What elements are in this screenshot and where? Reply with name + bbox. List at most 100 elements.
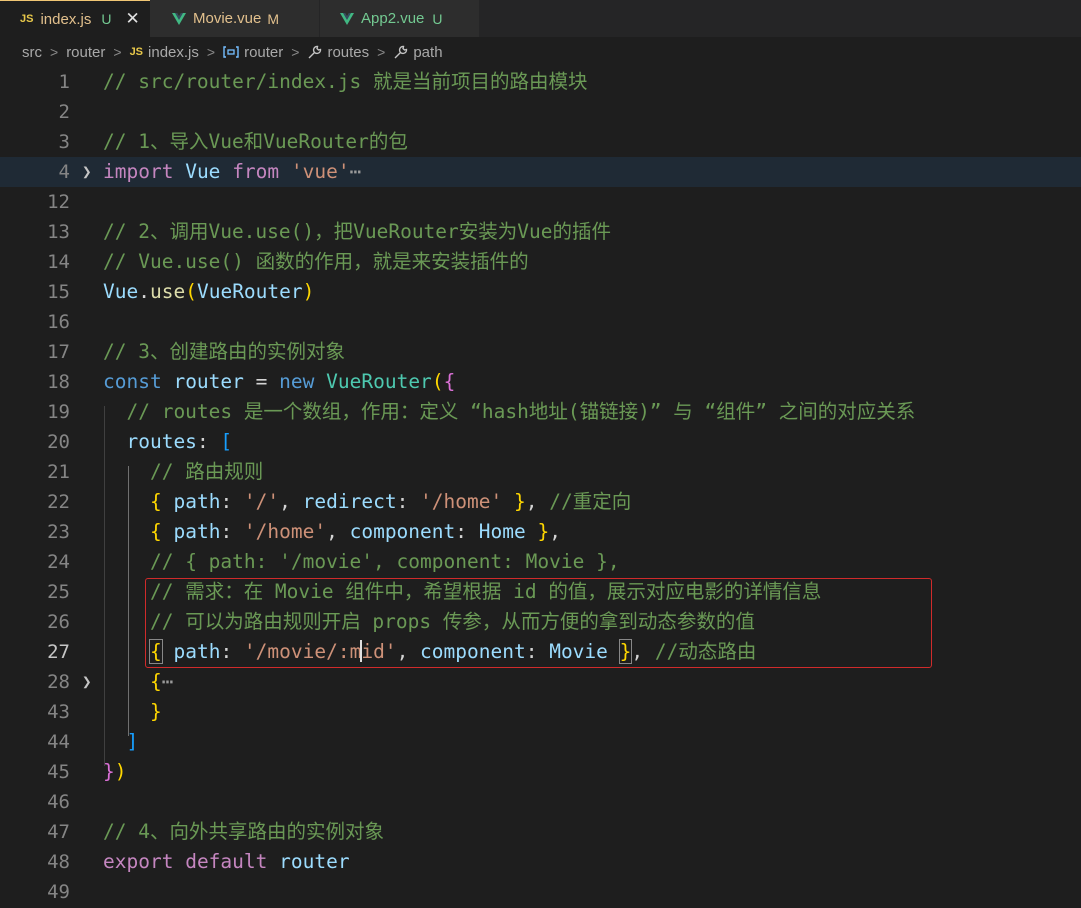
js-icon: JS: [20, 13, 34, 25]
close-icon[interactable]: ✕: [125, 9, 139, 29]
code-line: 1 // src/router/index.js 就是当前项目的路由模块: [0, 67, 1081, 97]
line-number: 25: [47, 581, 70, 603]
tab-app2-vue[interactable]: App2.vue U: [320, 0, 480, 37]
code-line-folded: 28 ❯ {⋯: [0, 667, 1081, 697]
line-number: 26: [47, 611, 70, 633]
code-line: 22 { path: '/', redirect: '/home' }, //重…: [0, 487, 1081, 517]
code-line: 44 ]: [0, 727, 1081, 757]
identifier: router: [173, 370, 244, 393]
comment: //重定向: [549, 490, 632, 513]
comment: // src/router/index.js 就是当前项目的路由模块: [103, 70, 588, 93]
comment: // 2、调用Vue.use()，把VueRouter安装为Vue的插件: [103, 220, 611, 243]
chevron-right-icon[interactable]: ❯: [82, 157, 92, 187]
editor-tab-bar: JS index.js U ✕ Movie.vue M App2.vue U: [0, 0, 1081, 37]
line-number: 4: [58, 161, 70, 183]
keyword: new: [279, 370, 315, 393]
identifier: path: [173, 520, 221, 543]
code-line: 18 const router = new VueRouter({: [0, 367, 1081, 397]
identifier: Vue: [185, 160, 221, 183]
identifier: path: [173, 490, 221, 513]
variable-icon: [223, 46, 239, 58]
tab-label: Movie.vue: [193, 10, 262, 27]
code-line: 19 // routes 是一个数组，作用：定义 “hash地址(锚链接)” 与…: [0, 397, 1081, 427]
keyword: export: [103, 850, 174, 873]
identifier: Vue: [103, 280, 139, 303]
folded-ellipsis[interactable]: ⋯: [162, 670, 174, 693]
chevron-right-icon: >: [50, 44, 59, 60]
vue-icon: [340, 12, 354, 25]
tab-label: index.js: [40, 10, 92, 28]
code-line: 24 // { path: '/movie', component: Movie…: [0, 547, 1081, 577]
line-number: 45: [47, 761, 70, 783]
string: '/home': [420, 490, 503, 513]
line-number: 20: [47, 431, 70, 453]
line-number: 48: [47, 851, 70, 873]
identifier: routes: [126, 430, 197, 453]
line-number: 23: [47, 521, 70, 543]
breadcrumb-router-symbol[interactable]: router: [223, 44, 283, 61]
line-number: 12: [47, 191, 70, 213]
chevron-right-icon: >: [377, 44, 386, 60]
line-number: 43: [47, 701, 70, 723]
code-line: 17 // 3、创建路由的实例对象: [0, 337, 1081, 367]
code-line: 12: [0, 187, 1081, 217]
folded-ellipsis[interactable]: ⋯: [350, 160, 362, 183]
vue-icon: [172, 12, 186, 25]
tab-movie-vue[interactable]: Movie.vue M: [150, 0, 320, 37]
code-line: 49: [0, 877, 1081, 907]
breadcrumb-index-js[interactable]: JS index.js: [130, 44, 199, 61]
comment: // 4、向外共享路由的实例对象: [103, 820, 384, 843]
wrench-icon: [394, 45, 408, 58]
chevron-right-icon[interactable]: ❯: [82, 667, 92, 697]
comment: // 1、导入Vue和VueRouter的包: [103, 130, 408, 153]
line-number: 27: [47, 641, 70, 663]
code-line: 16: [0, 307, 1081, 337]
code-line: 13 // 2、调用Vue.use()，把VueRouter安装为Vue的插件: [0, 217, 1081, 247]
identifier: redirect: [302, 490, 397, 513]
keyword: default: [185, 850, 268, 873]
breadcrumb-routes[interactable]: routes: [307, 44, 369, 61]
code-line: 47 // 4、向外共享路由的实例对象: [0, 817, 1081, 847]
line-number: 18: [47, 371, 70, 393]
identifier: Home: [478, 520, 526, 543]
string: 'vue': [290, 160, 350, 183]
code-editor[interactable]: 1 // src/router/index.js 就是当前项目的路由模块 2 3…: [0, 67, 1081, 908]
breadcrumb-path[interactable]: path: [393, 44, 443, 61]
code-line: 43 }: [0, 697, 1081, 727]
tab-label: App2.vue: [361, 10, 425, 27]
line-number: 47: [47, 821, 70, 843]
chevron-right-icon: >: [291, 44, 300, 60]
identifier: VueRouter: [196, 280, 303, 303]
keyword: from: [232, 160, 280, 183]
tab-index-js[interactable]: JS index.js U ✕: [0, 0, 150, 37]
js-icon: JS: [129, 46, 144, 58]
line-number: 16: [47, 311, 70, 333]
code-line: 15 Vue.use(VueRouter): [0, 277, 1081, 307]
comment: // Vue.use() 函数的作用，就是来安装插件的: [103, 250, 529, 273]
chevron-right-icon: >: [113, 44, 122, 60]
code-line: 3 // 1、导入Vue和VueRouter的包: [0, 127, 1081, 157]
code-line: 14 // Vue.use() 函数的作用，就是来安装插件的: [0, 247, 1081, 277]
line-number: 17: [47, 341, 70, 363]
line-number: 1: [58, 71, 70, 93]
wrench-icon: [308, 45, 322, 58]
tab-status-badge: M: [267, 10, 280, 27]
breadcrumb-router-folder[interactable]: router: [66, 44, 105, 61]
keyword: const: [103, 370, 162, 393]
annotation-highlight-box: [145, 578, 932, 668]
line-number: 2: [58, 101, 70, 123]
breadcrumb-label: src: [22, 43, 42, 61]
comment: // { path: '/movie', component: Movie },: [149, 550, 620, 573]
breadcrumb: src > router > JS index.js > router > rou…: [0, 37, 1081, 67]
line-number: 49: [47, 881, 70, 903]
identifier: component: [349, 520, 456, 543]
string: '/': [243, 490, 280, 513]
identifier: router: [279, 850, 350, 873]
comment: // 3、创建路由的实例对象: [103, 340, 345, 363]
breadcrumb-label: routes: [327, 43, 370, 61]
line-number: 14: [47, 251, 70, 273]
breadcrumb-src[interactable]: src: [22, 44, 42, 61]
comment: // routes 是一个数组，作用：定义 “hash地址(锚链接)” 与 “组…: [126, 400, 916, 423]
code-line: 20 routes: [: [0, 427, 1081, 457]
line-number: 3: [58, 131, 70, 153]
